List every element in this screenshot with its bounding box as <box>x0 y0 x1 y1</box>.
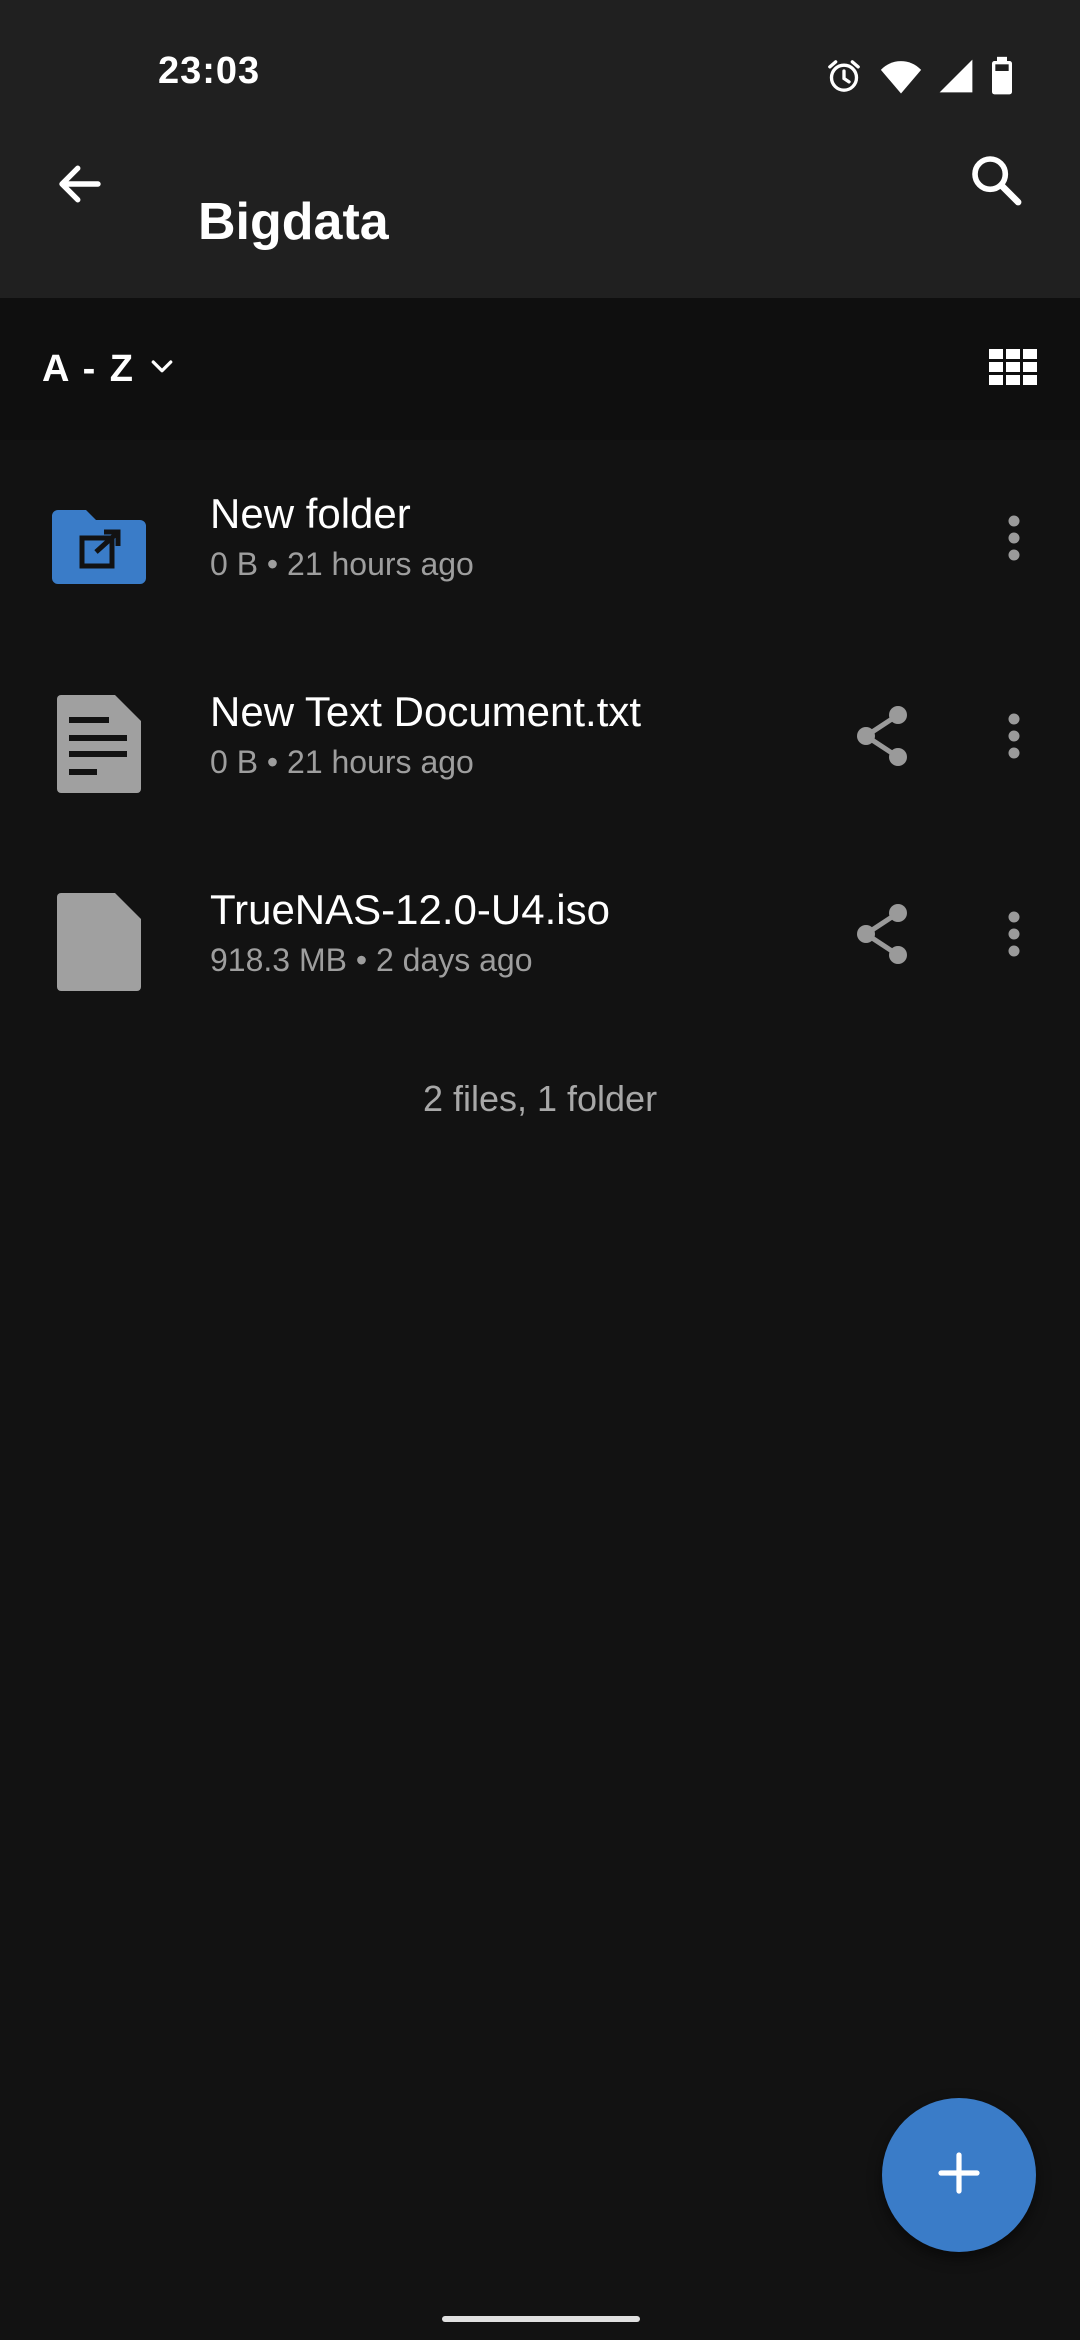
file-meta: 918.3 MB • 2 days ago <box>210 942 533 978</box>
status-time: 23:03 <box>158 50 261 92</box>
share-icon <box>854 903 910 970</box>
more-options-button[interactable] <box>984 702 1044 774</box>
back-button[interactable] <box>40 146 120 226</box>
plus-icon <box>935 2149 983 2202</box>
share-icon <box>854 705 910 772</box>
status-icons <box>824 54 1014 98</box>
file-row-new-text-document[interactable]: New Text Document.txt 0 B • 21 hours ago <box>0 638 1080 836</box>
file-browser-screen: 23:03 Bigdata A - Z New folder 0 B • 21 … <box>0 0 1080 2340</box>
folder-summary: 2 files, 1 folder <box>422 1078 658 1119</box>
share-button[interactable] <box>846 900 918 972</box>
page-title: Bigdata <box>198 193 389 251</box>
file-row-new-folder[interactable]: New folder 0 B • 21 hours ago <box>0 440 1080 638</box>
wifi-icon <box>880 56 922 96</box>
file-meta: 0 B • 21 hours ago <box>210 744 474 780</box>
sort-order-dropdown[interactable]: A - Z <box>42 344 177 394</box>
add-button[interactable] <box>882 2098 1036 2252</box>
search-icon <box>968 152 1024 213</box>
grid-view-icon <box>989 348 1037 390</box>
file-name: New Text Document.txt <box>210 688 642 735</box>
file-icon <box>52 892 146 992</box>
search-button[interactable] <box>956 142 1036 222</box>
chevron-down-icon <box>147 352 177 387</box>
sort-order-label: A - Z <box>42 347 136 390</box>
more-vert-icon <box>1007 712 1021 765</box>
shared-folder-icon <box>52 496 146 596</box>
file-name: New folder <box>210 490 411 537</box>
text-document-icon <box>52 694 146 794</box>
file-meta: 0 B • 21 hours ago <box>210 546 474 582</box>
alarm-icon <box>824 56 864 96</box>
more-options-button[interactable] <box>984 504 1044 576</box>
file-row-truenas-iso[interactable]: TrueNAS-12.0-U4.iso 918.3 MB • 2 days ag… <box>0 836 1080 1034</box>
home-indicator[interactable] <box>442 2316 640 2322</box>
share-button[interactable] <box>846 702 918 774</box>
app-header: 23:03 Bigdata <box>0 0 1080 298</box>
file-list: New folder 0 B • 21 hours ago New Text D… <box>0 440 1080 1034</box>
battery-icon <box>990 56 1014 96</box>
sort-bar: A - Z <box>0 298 1080 440</box>
more-vert-icon <box>1007 910 1021 963</box>
arrow-back-icon <box>53 157 107 216</box>
more-options-button[interactable] <box>984 900 1044 972</box>
more-vert-icon <box>1007 514 1021 567</box>
grid-view-toggle[interactable] <box>986 342 1040 396</box>
signal-icon <box>938 57 974 95</box>
file-name: TrueNAS-12.0-U4.iso <box>210 886 610 933</box>
